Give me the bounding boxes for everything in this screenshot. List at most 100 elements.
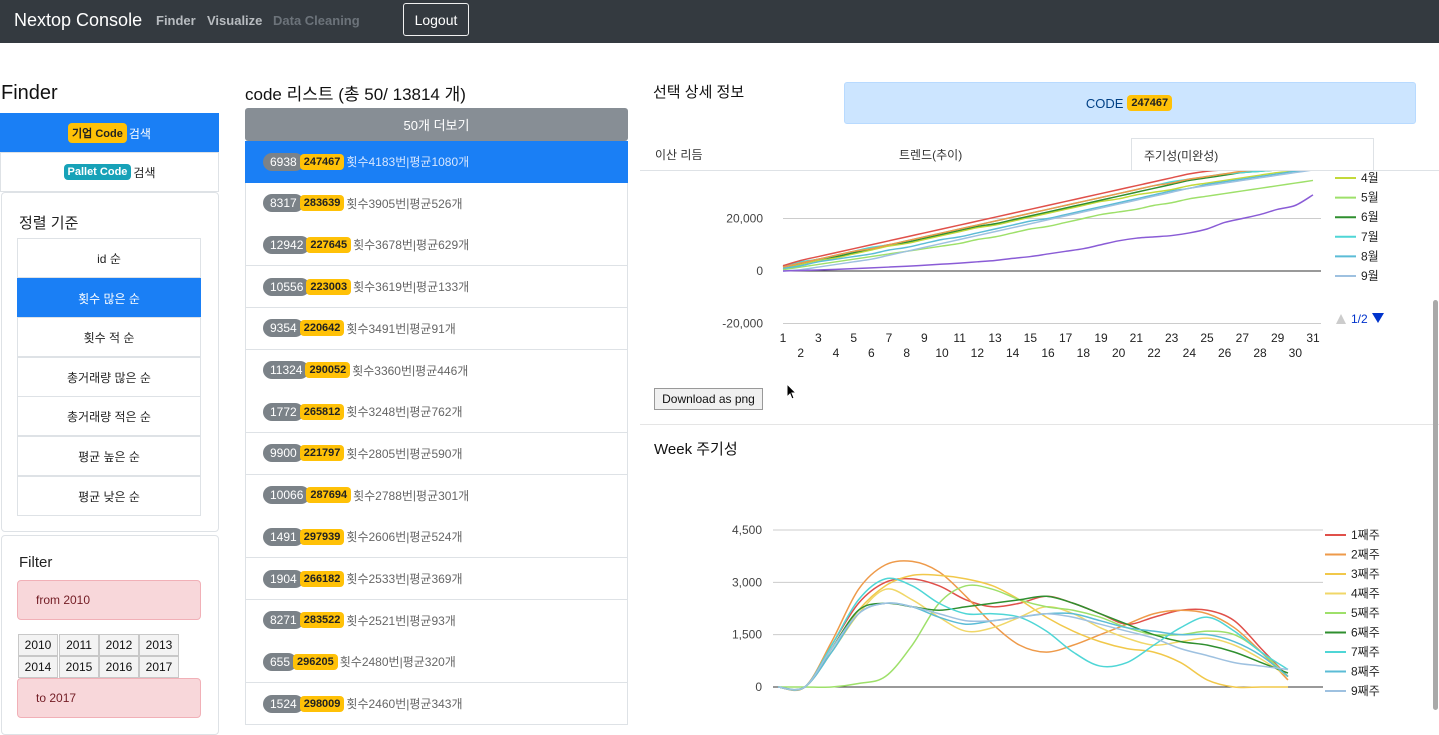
nav-data-cleaning[interactable]: Data Cleaning [273, 13, 360, 28]
pallet-code-badge: Pallet Code [63, 164, 132, 180]
code-list-item[interactable]: 8317 283639 횟수3905번 | 평균526개 [245, 182, 628, 225]
item-count: 횟수3248번 [346, 405, 407, 420]
code-list-item[interactable]: 9354 220642 횟수3491번 | 평균91개 [245, 307, 628, 350]
year-button-2014[interactable]: 2014 [18, 656, 58, 678]
y-tick-label: 0 [755, 680, 762, 694]
company-code-search-button[interactable]: 기업 Code 검색 [0, 113, 219, 153]
week-periodicity-title: Week 주기성 [654, 441, 738, 458]
load-more-button[interactable]: 50개 더보기 [245, 108, 628, 141]
code-list-item[interactable]: 1524 298009 횟수2460번 | 평균343개 [245, 683, 628, 726]
x-tick-label: 5 [850, 331, 857, 345]
item-code-badge: 265812 [299, 403, 345, 420]
series-line [777, 584, 1289, 689]
download-png-button[interactable]: Download as png [654, 388, 763, 410]
x-tick-label: 26 [1218, 346, 1232, 360]
finder-title: Finder [1, 82, 58, 104]
from-year-label: from 2010 [17, 580, 201, 620]
code-list-item[interactable]: 11324 290052 횟수3360번 | 평균446개 [245, 349, 628, 392]
item-id-badge: 10556 [263, 277, 311, 296]
item-average: 평균446개 [415, 363, 469, 378]
sort-by-volume-desc[interactable]: 총거래량 많은 순 [17, 357, 201, 397]
y-tick-label: -20,000 [722, 317, 763, 331]
item-id-badge: 1491 [263, 527, 304, 546]
item-average: 평균524개 [409, 530, 463, 545]
x-tick-label: 11 [953, 331, 966, 345]
code-label: CODE [1085, 95, 1124, 111]
item-code-badge: 297939 [299, 528, 345, 545]
code-list-item[interactable]: 1491 297939 횟수2606번 | 평균524개 [245, 516, 628, 559]
nav-visualize[interactable]: Visualize [207, 13, 262, 28]
pallet-search-label: 검색 [133, 165, 156, 180]
legend-label: 8월 [1361, 249, 1379, 263]
x-tick-label: 29 [1271, 331, 1285, 345]
legend-label: 2째주 [1351, 548, 1380, 562]
x-tick-label: 15 [1024, 331, 1038, 345]
pallet-code-search-button[interactable]: Pallet Code 검색 [0, 152, 219, 192]
x-tick-label: 12 [971, 346, 985, 360]
code-list-item[interactable]: 655 296205 횟수2480번 | 평균320개 [245, 641, 628, 684]
legend-label: 4월 [1361, 171, 1379, 185]
section-divider [640, 424, 1439, 425]
item-count: 횟수3491번 [346, 321, 407, 336]
code-list-item[interactable]: 10556 223003 횟수3619번 | 평균133개 [245, 266, 628, 309]
y-tick-label: 1,500 [732, 628, 762, 642]
sort-by-count-desc[interactable]: 횟수 많은 순 [17, 278, 201, 318]
code-list-item[interactable]: 8271 283522 횟수2521번 | 평균93개 [245, 599, 628, 642]
item-count: 횟수4183번 [346, 155, 407, 169]
detail-title: 선택 상세 정보 [653, 84, 745, 101]
company-code-badge: 기업 Code [68, 123, 127, 143]
year-button-2016[interactable]: 2016 [99, 656, 139, 678]
tab-discrete-rhythm[interactable]: 이산 리듬 [655, 138, 703, 171]
code-list-item[interactable]: 12942 227645 횟수3678번 | 평균629개 [245, 224, 628, 267]
series-line [777, 560, 1289, 692]
item-id-badge: 9900 [263, 444, 304, 463]
sort-by-volume-asc[interactable]: 총거래량 적은 순 [17, 396, 201, 436]
item-id-badge: 11324 [263, 361, 310, 379]
sort-by-avg-asc[interactable]: 평균 낮은 순 [17, 476, 201, 516]
sort-by-count-asc[interactable]: 횟수 적 순 [17, 317, 201, 357]
item-count: 횟수3619번 [353, 280, 413, 295]
code-list-item[interactable]: 6938 247467 횟수4183번 | 평균1080개 [245, 141, 628, 183]
tab-periodicity[interactable]: 주기성(미완성) [1131, 138, 1374, 171]
logout-button[interactable]: Logout [403, 3, 469, 36]
code-list-item[interactable]: 10066 287694 횟수2788번 | 평균301개 [245, 474, 628, 517]
item-id-badge: 8271 [263, 611, 304, 630]
year-button-2011[interactable]: 2011 [59, 634, 99, 656]
x-tick-label: 10 [935, 346, 949, 360]
legend-label: 1째주 [1351, 528, 1380, 542]
item-id-badge: 1772 [263, 402, 304, 421]
year-button-2013[interactable]: 2013 [139, 634, 179, 656]
company-search-label: 검색 [128, 126, 151, 141]
to-year-label: to 2017 [17, 678, 201, 718]
code-list-item[interactable]: 1772 265812 횟수3248번 | 평균762개 [245, 391, 628, 434]
year-button-2010[interactable]: 2010 [18, 634, 58, 656]
item-code-badge: 220642 [299, 320, 345, 337]
code-list-item[interactable]: 9900 221797 횟수2805번 | 평균590개 [245, 432, 628, 475]
code-list-item[interactable]: 1904 266182 횟수2533번 | 평균369개 [245, 558, 628, 600]
year-button-2017[interactable]: 2017 [139, 656, 179, 678]
selected-code-box: CODE 247467 [844, 82, 1416, 124]
year-button-2015[interactable]: 2015 [59, 656, 99, 678]
year-button-2012[interactable]: 2012 [99, 634, 139, 656]
sort-by-avg-desc[interactable]: 평균 높은 순 [17, 436, 201, 476]
sort-by-id[interactable]: id 순 [17, 238, 201, 278]
legend-label: 5째주 [1351, 606, 1380, 620]
x-tick-label: 25 [1200, 331, 1214, 345]
page-scrollbar[interactable] [1433, 300, 1438, 710]
x-tick-label: 21 [1130, 331, 1144, 345]
x-tick-label: 19 [1094, 331, 1108, 345]
item-count: 횟수3360번 [352, 363, 413, 378]
nav-finder[interactable]: Finder [156, 13, 196, 28]
week-periodicity-chart: 0 1,500 3,000 4,500 1째주 2째주 3째주 4째주 5째주 6째주 7째주 8째주… [732, 523, 1380, 698]
item-code-badge: 290052 [305, 362, 351, 378]
legend-prev-icon [1336, 314, 1346, 324]
legend-label: 6째주 [1351, 626, 1380, 640]
tab-trend[interactable]: 트렌드(추이) [899, 138, 962, 171]
legend-label: 7째주 [1351, 645, 1380, 659]
item-code-badge: 283639 [299, 195, 345, 212]
top-navbar: Nextop Console Finder Visualize Data Cle… [0, 0, 1439, 43]
x-tick-label: 16 [1041, 346, 1055, 360]
item-count: 횟수2460번 [346, 697, 407, 712]
brand-link[interactable]: Nextop Console [14, 10, 142, 31]
x-tick-label: 22 [1147, 346, 1161, 360]
